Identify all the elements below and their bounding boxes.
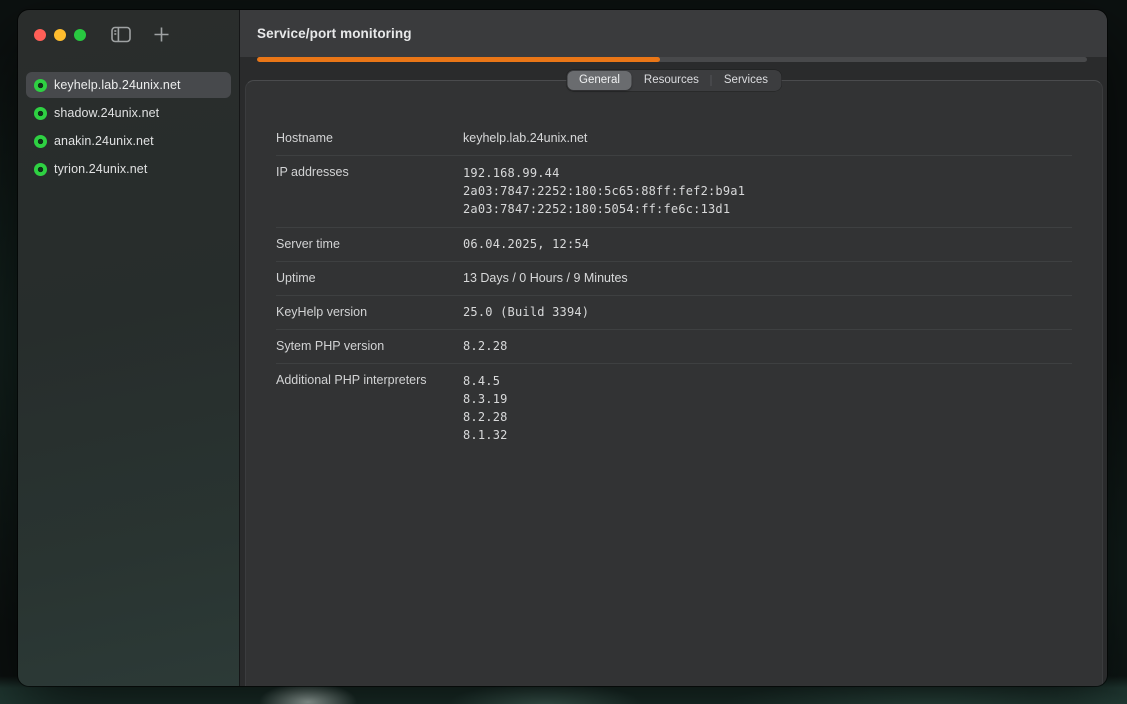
sidebar-item-shadow[interactable]: shadow.24unix.net <box>26 100 231 126</box>
traffic-lights <box>34 29 86 41</box>
detail-row-additional-php: Additional PHP interpreters 8.4.5 8.3.19… <box>276 363 1072 453</box>
status-online-icon <box>34 79 47 92</box>
tab-general[interactable]: General <box>567 71 632 90</box>
tab-resources[interactable]: Resources <box>632 71 711 90</box>
minimize-button[interactable] <box>54 29 66 41</box>
close-button[interactable] <box>34 29 46 41</box>
detail-value: 8.4.5 8.3.19 8.2.28 8.1.32 <box>463 372 508 445</box>
detail-label: KeyHelp version <box>276 304 463 321</box>
progress-bar-fill <box>257 57 660 62</box>
detail-label: Uptime <box>276 270 463 287</box>
status-online-icon <box>34 163 47 176</box>
sidebar-item-anakin[interactable]: anakin.24unix.net <box>26 128 231 154</box>
server-name: keyhelp.lab.24unix.net <box>54 78 181 92</box>
sidebar-titlebar <box>18 10 239 62</box>
sidebar-toggle-icon <box>111 26 131 48</box>
main-area: Service/port monitoring General Resource… <box>240 10 1107 686</box>
detail-value: 8.2.28 <box>463 338 508 355</box>
server-name: tyrion.24unix.net <box>54 162 147 176</box>
status-online-icon <box>34 135 47 148</box>
plus-icon <box>154 27 169 47</box>
detail-value: 192.168.99.44 2a03:7847:2252:180:5c65:88… <box>463 164 745 219</box>
progress-bar-track <box>257 57 1087 62</box>
app-window: keyhelp.lab.24unix.net shadow.24unix.net… <box>18 10 1107 686</box>
detail-value: 25.0 (Build 3394) <box>463 304 589 321</box>
tab-services[interactable]: Services <box>712 71 780 90</box>
detail-row-server-time: Server time 06.04.2025, 12:54 <box>276 227 1072 261</box>
tab-bar: General Resources Services <box>566 70 781 91</box>
detail-label: Server time <box>276 236 463 253</box>
detail-row-hostname: Hostname keyhelp.lab.24unix.net <box>276 122 1072 155</box>
detail-value: keyhelp.lab.24unix.net <box>463 130 587 147</box>
progress-row <box>240 57 1107 62</box>
detail-value: 06.04.2025, 12:54 <box>463 236 589 253</box>
main-header: Service/port monitoring <box>240 10 1107 57</box>
sidebar-item-tyrion[interactable]: tyrion.24unix.net <box>26 156 231 182</box>
sidebar: keyhelp.lab.24unix.net shadow.24unix.net… <box>18 10 240 686</box>
detail-label: Additional PHP interpreters <box>276 372 463 389</box>
page-title: Service/port monitoring <box>257 26 412 41</box>
zoom-button[interactable] <box>74 29 86 41</box>
sidebar-item-keyhelp[interactable]: keyhelp.lab.24unix.net <box>26 72 231 98</box>
detail-row-uptime: Uptime 13 Days / 0 Hours / 9 Minutes <box>276 261 1072 295</box>
detail-label: Hostname <box>276 130 463 147</box>
detail-label: Sytem PHP version <box>276 338 463 355</box>
detail-row-system-php-version: Sytem PHP version 8.2.28 <box>276 329 1072 363</box>
toggle-sidebar-button[interactable] <box>109 26 133 48</box>
desktop-background: keyhelp.lab.24unix.net shadow.24unix.net… <box>0 0 1127 704</box>
content-panel: Hostname keyhelp.lab.24unix.net IP addre… <box>245 80 1103 686</box>
details-table: Hostname keyhelp.lab.24unix.net IP addre… <box>246 81 1102 452</box>
server-name: anakin.24unix.net <box>54 134 154 148</box>
status-online-icon <box>34 107 47 120</box>
detail-label: IP addresses <box>276 164 463 181</box>
detail-row-keyhelp-version: KeyHelp version 25.0 (Build 3394) <box>276 295 1072 329</box>
detail-value: 13 Days / 0 Hours / 9 Minutes <box>463 270 628 287</box>
detail-row-ip-addresses: IP addresses 192.168.99.44 2a03:7847:225… <box>276 155 1072 227</box>
add-server-button[interactable] <box>149 26 173 48</box>
server-list: keyhelp.lab.24unix.net shadow.24unix.net… <box>18 62 239 182</box>
server-name: shadow.24unix.net <box>54 106 159 120</box>
